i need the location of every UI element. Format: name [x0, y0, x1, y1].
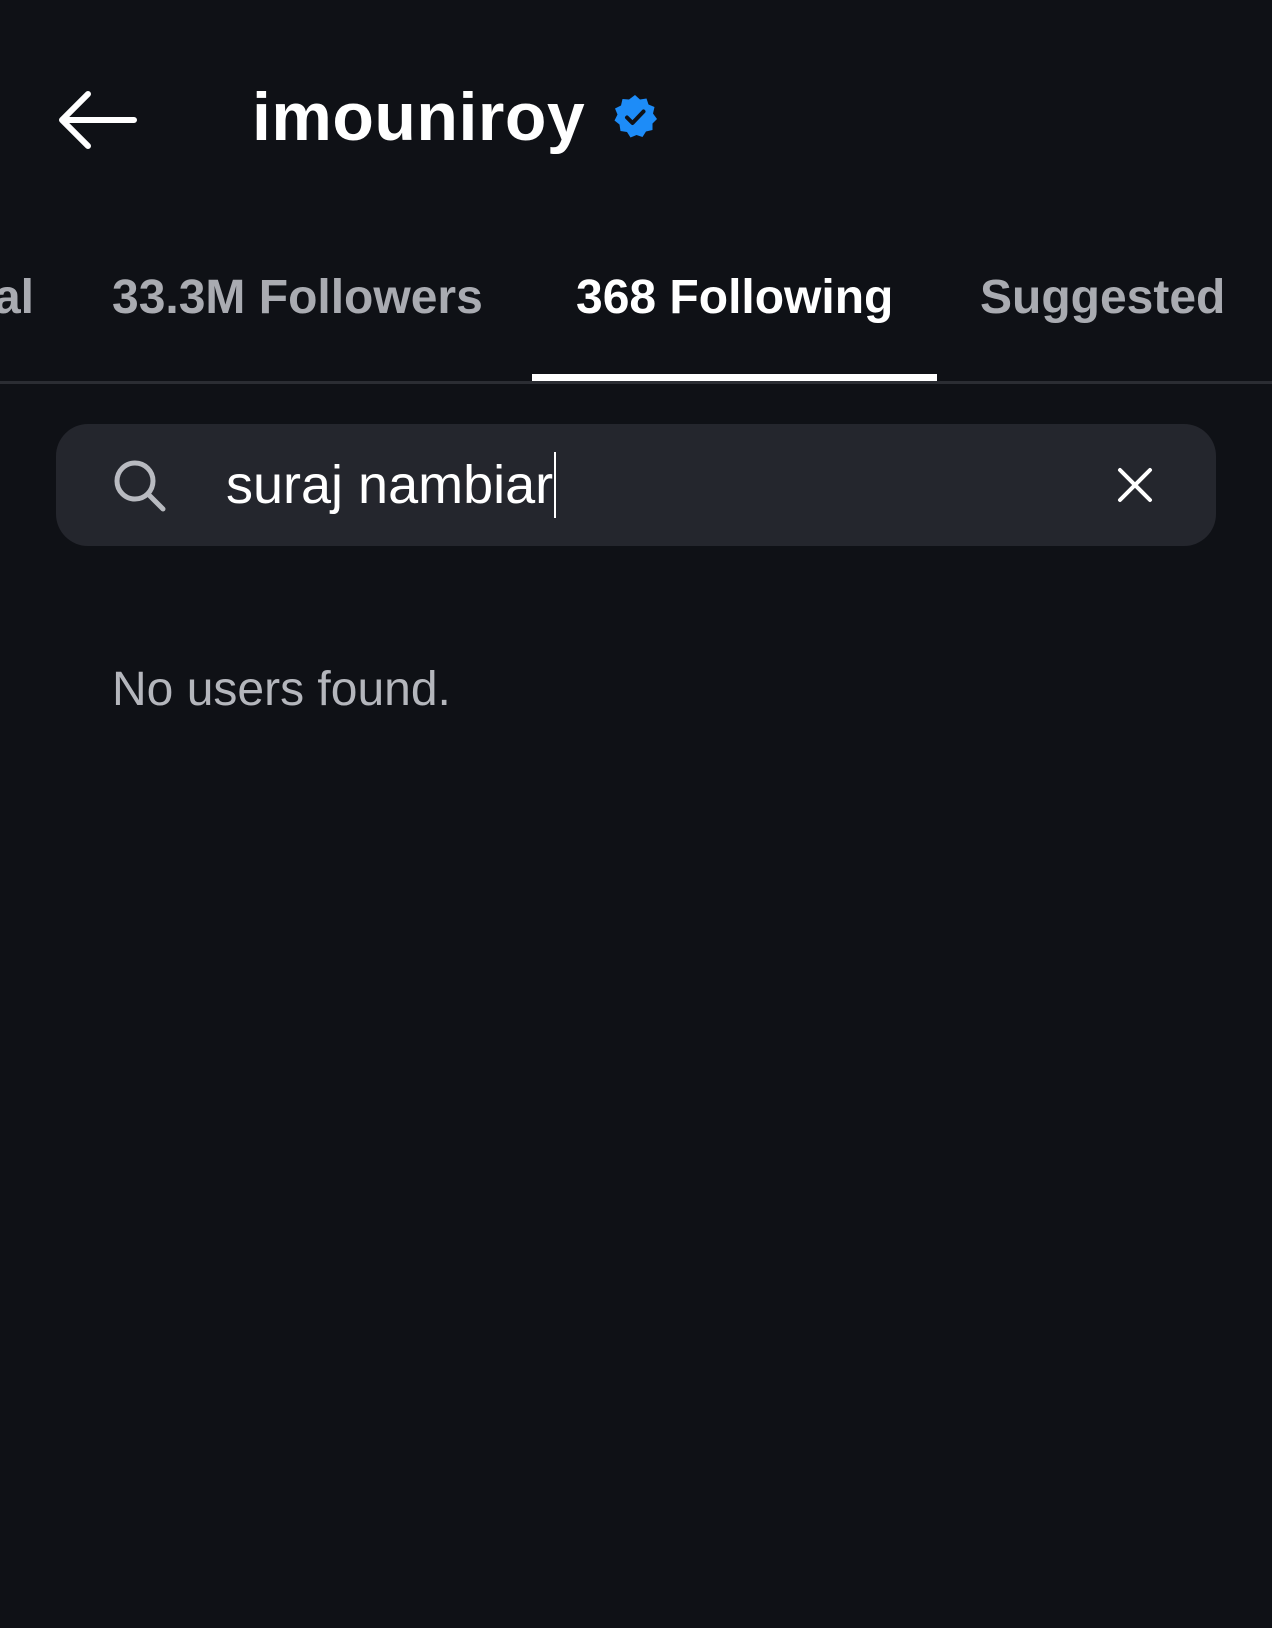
- username: imouniroy: [252, 79, 586, 155]
- search-bar[interactable]: suraj nambiar: [56, 424, 1216, 546]
- tab-label: 33.3M Followers: [112, 270, 483, 324]
- arrow-left-icon: [59, 91, 137, 149]
- text-cursor: [554, 452, 557, 518]
- active-tab-indicator: [532, 374, 937, 381]
- tab-label: Suggested: [980, 270, 1226, 324]
- tab-followers[interactable]: 33.3M Followers: [112, 262, 483, 332]
- tab-label: 368 Following: [576, 270, 894, 324]
- empty-results-message: No users found.: [112, 663, 451, 716]
- tab-following[interactable]: 368 Following: [576, 262, 893, 332]
- follow-tabs: al 33.3M Followers 368 Following Suggest…: [0, 240, 1272, 384]
- close-icon: [1118, 468, 1152, 502]
- search-icon: [114, 460, 166, 512]
- tab-mutual[interactable]: al: [0, 262, 34, 332]
- profile-title: imouniroy: [252, 72, 659, 162]
- verified-badge-icon: [611, 93, 659, 141]
- top-bar: imouniroy: [0, 0, 1272, 240]
- tab-suggested[interactable]: Suggested: [980, 262, 1225, 332]
- search-query: suraj nambiar: [226, 455, 554, 515]
- search-input[interactable]: suraj nambiar: [226, 442, 557, 528]
- clear-search-button[interactable]: [1110, 460, 1160, 510]
- tab-label: al: [0, 270, 34, 324]
- back-button[interactable]: [52, 82, 142, 158]
